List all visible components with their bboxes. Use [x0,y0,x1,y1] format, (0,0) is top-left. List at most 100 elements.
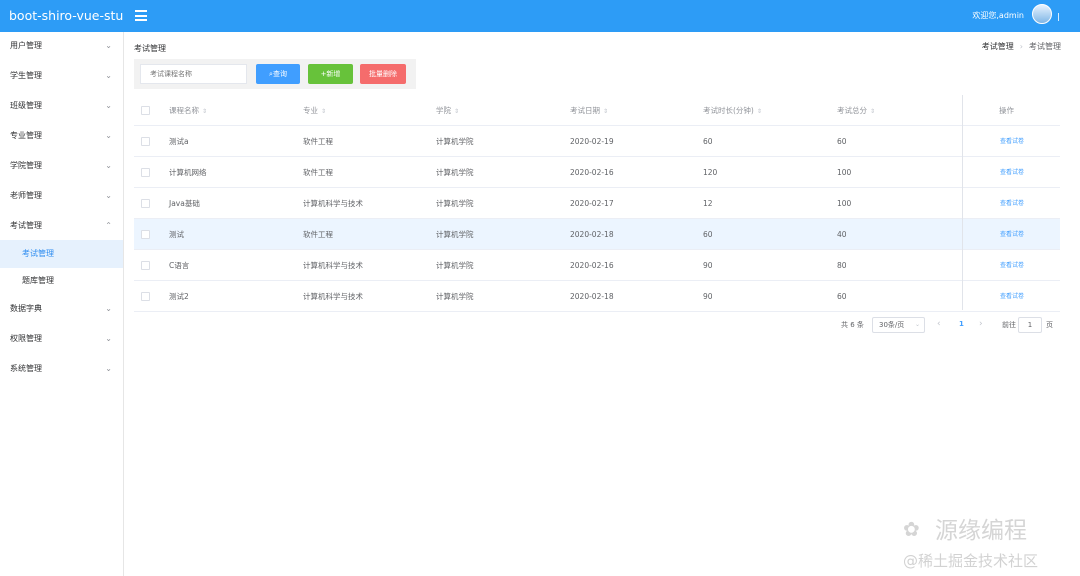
table-row: C语言 计算机科学与技术 计算机学院 2020-02-16 90 80 查看试卷 [134,250,1060,281]
cell-duration: 90 [703,261,713,270]
cell-course: 计算机网络 [169,168,207,177]
chevron-down-icon: ⌄ [105,101,112,110]
chevron-down-icon: ⌄ [914,321,920,328]
hamburger-menu-icon[interactable] [135,10,147,21]
row-checkbox[interactable] [141,292,150,301]
cell-major: 计算机科学与技术 [303,292,363,301]
cell-college: 计算机学院 [436,292,474,301]
sidebar-item-classes[interactable]: 班级管理 ⌄ [0,92,123,120]
chevron-down-icon: ⌄ [105,191,112,200]
watermark-line2: @稀土掘金技术社区 [903,552,1039,570]
batch-delete-button[interactable]: 批量删除 [360,64,406,84]
row-checkbox[interactable] [141,199,150,208]
chevron-down-icon: ⌄ [105,161,112,170]
cell-college: 计算机学院 [436,230,474,239]
select-all-checkbox[interactable] [141,106,150,115]
col-header-date[interactable]: 考试日期 ⇕ [570,95,608,127]
col-header-actions: 操作 [999,106,1014,115]
goto-unit: 页 [1046,321,1053,329]
sidebar-item-majors[interactable]: 专业管理 ⌄ [0,122,123,150]
sidebar-item-users[interactable]: 用户管理 ⌄ [0,32,123,60]
sidebar-item-label: 专业管理 [10,131,42,140]
cell-major: 软件工程 [303,230,333,239]
sidebar-subitem-question-bank[interactable]: 题库管理 [0,267,123,295]
view-paper-link[interactable]: 查看试卷 [1000,126,1024,157]
sidebar-item-label: 题库管理 [22,276,54,285]
view-paper-link[interactable]: 查看试卷 [1000,281,1024,312]
row-checkbox[interactable] [141,230,150,239]
sidebar-item-label: 系统管理 [10,364,42,373]
view-paper-link[interactable]: 查看试卷 [1000,157,1024,188]
chevron-down-icon: ⌄ [105,364,112,373]
view-paper-link[interactable]: 查看试卷 [1000,188,1024,219]
query-button[interactable]: ⌕查询 [256,64,300,84]
cell-course: Java基础 [169,199,200,208]
sort-icon: ⇕ [202,108,208,115]
col-header-duration[interactable]: 考试时长(分钟) ⇕ [703,95,762,127]
add-button[interactable]: +新增 [308,64,353,84]
cell-date: 2020-02-16 [570,168,614,177]
view-paper-link[interactable]: 查看试卷 [1000,250,1024,281]
table-row: 测试a 软件工程 计算机学院 2020-02-19 60 60 查看试卷 [134,126,1060,157]
sidebar-subitem-exam-management[interactable]: 考试管理 [0,240,123,268]
page-title: 考试管理 [134,44,166,53]
row-checkbox[interactable] [141,168,150,177]
sidebar-item-colleges[interactable]: 学院管理 ⌄ [0,152,123,180]
cell-score: 100 [837,168,852,177]
cell-major: 软件工程 [303,168,333,177]
pagination: 共 6 条 30条/页 ⌄ ‹ 1 › 前往 1 页 [0,316,1080,334]
sidebar-item-students[interactable]: 学生管理 ⌄ [0,62,123,90]
sidebar-item-label: 权限管理 [10,334,42,343]
goto-page-input[interactable]: 1 [1018,317,1042,333]
goto-label: 前往 [1002,321,1016,329]
chevron-down-icon: ⌄ [105,131,112,140]
top-bar: boot-shiro-vue-stu 欢迎您,admin [0,0,1080,32]
view-paper-link[interactable]: 查看试卷 [1000,219,1024,250]
chevron-down-icon: ⌄ [105,41,112,50]
user-dropdown-icon[interactable] [1058,13,1059,21]
cell-score: 60 [837,137,847,146]
breadcrumb-current: 考试管理 [1029,42,1061,51]
total-count: 共 6 条 [841,321,864,329]
cell-date: 2020-02-19 [570,137,614,146]
cell-date: 2020-02-16 [570,261,614,270]
wechat-logo-icon: ✿ [903,517,920,541]
watermark-line1: 源缘编程 [935,518,1027,544]
sidebar-item-label: 用户管理 [10,41,42,50]
sidebar-item-label: 班级管理 [10,101,42,110]
sidebar-item-label: 考试管理 [22,249,54,258]
sidebar-item-system[interactable]: 系统管理 ⌄ [0,355,123,383]
next-page-button[interactable]: › [979,319,983,329]
cell-score: 60 [837,292,847,301]
cell-college: 计算机学院 [436,168,474,177]
chevron-down-icon: ⌄ [105,71,112,80]
breadcrumb-separator: › [1019,42,1023,51]
search-input[interactable] [140,64,247,84]
row-checkbox[interactable] [141,137,150,146]
sort-icon: ⇕ [756,108,762,115]
sort-icon: ⇕ [870,108,876,115]
table-row: 计算机网络 软件工程 计算机学院 2020-02-16 120 100 查看试卷 [134,157,1060,188]
cell-college: 计算机学院 [436,199,474,208]
breadcrumb-parent[interactable]: 考试管理 [982,42,1014,51]
page-number-current[interactable]: 1 [959,320,964,328]
cell-date: 2020-02-17 [570,199,614,208]
cell-duration: 60 [703,230,713,239]
sidebar: 用户管理 ⌄ 学生管理 ⌄ 班级管理 ⌄ 专业管理 ⌄ 学院管理 ⌄ 老师管理 … [0,32,124,576]
prev-page-button[interactable]: ‹ [937,319,941,329]
page-size-select[interactable]: 30条/页 ⌄ [872,317,925,333]
col-header-course[interactable]: 课程名称 ⇕ [169,95,207,127]
col-header-major[interactable]: 专业 ⇕ [303,95,326,127]
sidebar-item-teachers[interactable]: 老师管理 ⌄ [0,182,123,210]
table-row: 测试 软件工程 计算机学院 2020-02-18 60 40 查看试卷 [134,219,1060,250]
cell-major: 软件工程 [303,137,333,146]
cell-date: 2020-02-18 [570,230,614,239]
avatar[interactable] [1032,4,1052,24]
col-header-college[interactable]: 学院 ⇕ [436,95,459,127]
sidebar-item-exams[interactable]: 考试管理 ⌃ [0,212,123,240]
row-checkbox[interactable] [141,261,150,270]
cell-duration: 60 [703,137,713,146]
query-button-label: 查询 [272,70,287,78]
cell-date: 2020-02-18 [570,292,614,301]
col-header-score[interactable]: 考试总分 ⇕ [837,95,875,127]
